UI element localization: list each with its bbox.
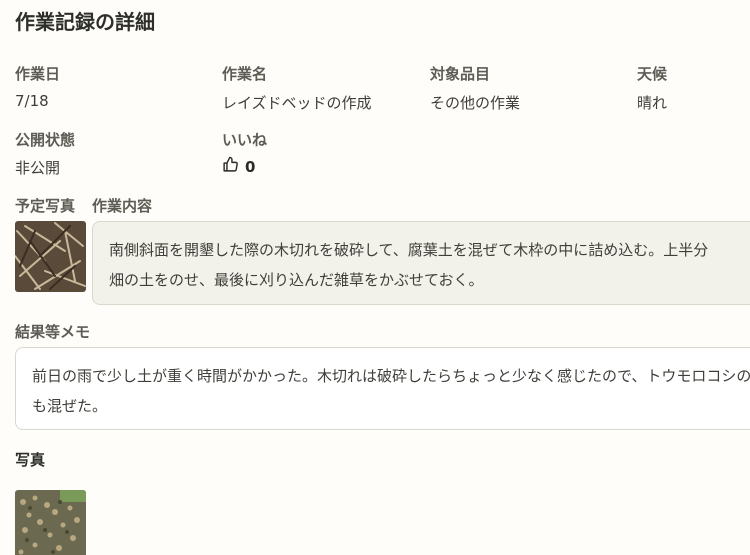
result-memo-box: 前日の雨で少し土が重く時間がかかった。木切れは破砕したらちょっと少なく感じたので…	[15, 347, 750, 430]
planned-photo-thumbnail[interactable]	[15, 221, 86, 292]
weather-label: 天候	[637, 65, 668, 83]
visibility-label: 公開状態	[15, 131, 76, 149]
weather-value: 晴れ	[637, 94, 668, 112]
target-item-value: その他の作業	[430, 94, 521, 112]
work-content-label: 作業内容	[92, 197, 153, 215]
work-content-line: 南側斜面を開墾した際の木切れを破砕して、腐葉土を混ぜて木枠の中に詰め込む。上半分	[109, 241, 709, 259]
work-date-value: 7/18	[15, 92, 49, 110]
work-name-label: 作業名	[222, 65, 268, 83]
thumbs-up-icon	[222, 156, 239, 177]
target-item-label: 対象品目	[430, 65, 491, 83]
result-memo-label: 結果等メモ	[15, 323, 91, 341]
result-memo-line: も混ぜた。	[32, 397, 108, 415]
photo-thumbnail[interactable]	[15, 490, 86, 555]
work-name-value: レイズドベッドの作成	[222, 94, 372, 112]
like-button[interactable]: 0	[222, 156, 255, 177]
visibility-value: 非公開	[15, 159, 61, 177]
likes-label: いいね	[222, 131, 268, 149]
planned-photo-label: 予定写真	[15, 197, 76, 215]
page-title: 作業記録の詳細	[15, 10, 155, 34]
work-content-line: 畑の土をのせ、最後に刈り込んだ雑草をかぶせておく。	[109, 271, 484, 289]
photos-label: 写真	[15, 451, 46, 469]
work-date-label: 作業日	[15, 65, 61, 83]
result-memo-line: 前日の雨で少し土が重く時間がかかった。木切れは破砕したらちょっと少なく感じたので…	[32, 367, 750, 385]
like-count: 0	[245, 157, 256, 176]
work-content-box: 南側斜面を開墾した際の木切れを破砕して、腐葉土を混ぜて木枠の中に詰め込む。上半分…	[92, 221, 750, 305]
